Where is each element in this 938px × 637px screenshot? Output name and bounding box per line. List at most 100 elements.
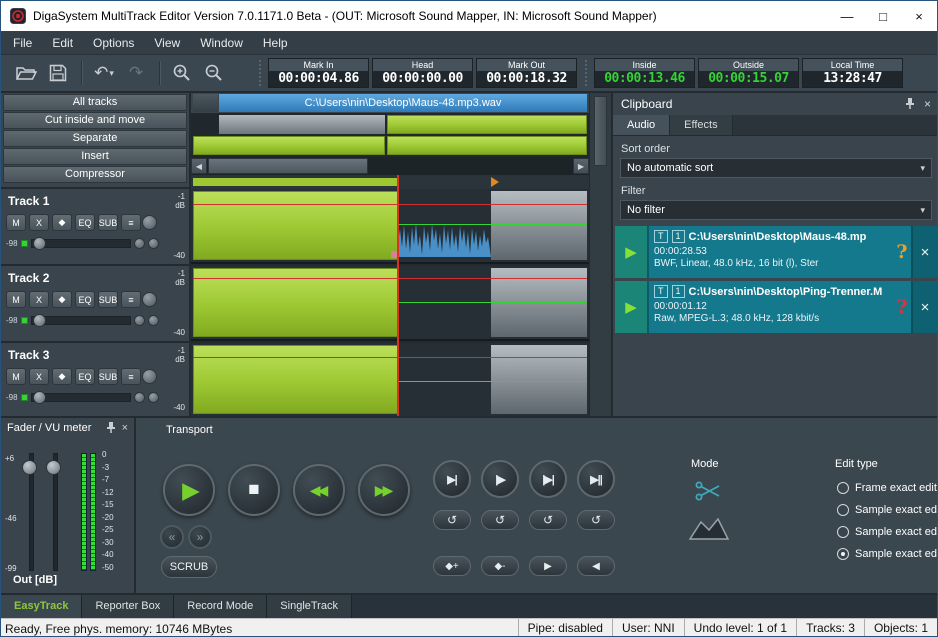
tool-separate[interactable]: Separate	[3, 130, 187, 147]
menu-view[interactable]: View	[144, 31, 190, 54]
overview-clip[interactable]	[193, 136, 385, 155]
tab-audio[interactable]: Audio	[613, 115, 670, 135]
fader-knob[interactable]	[46, 460, 61, 475]
overview-clip[interactable]	[387, 115, 587, 134]
loop-button[interactable]: ↺	[433, 510, 471, 530]
loop-button[interactable]: ↺	[577, 510, 615, 530]
track-menu-button[interactable]: ≡	[121, 291, 141, 308]
automation-line-green[interactable]	[398, 224, 587, 225]
close-panel-icon[interactable]: ×	[122, 422, 128, 434]
loop-button[interactable]: ↺	[481, 510, 519, 530]
maximize-button[interactable]: □	[865, 1, 901, 31]
aux-knob[interactable]	[148, 392, 159, 403]
tool-insert[interactable]: Insert	[3, 148, 187, 165]
tab-singletrack[interactable]: SingleTrack	[267, 595, 352, 618]
nudge-left-button[interactable]: ◀	[577, 556, 615, 576]
toolbar-grip[interactable]	[585, 60, 587, 86]
mute-button[interactable]: M	[6, 214, 26, 231]
audio-clip-gray[interactable]	[491, 191, 587, 260]
aux-knob[interactable]	[134, 238, 145, 249]
tab-effects[interactable]: Effects	[670, 115, 732, 135]
play-to-mark-button[interactable]: ▶|	[433, 460, 471, 498]
undo-button[interactable]: ↶▾	[89, 59, 119, 87]
tool-cut-inside-and-move[interactable]: Cut inside and move	[3, 112, 187, 129]
fade-mode-icon[interactable]	[689, 516, 729, 545]
pan-knob[interactable]	[142, 215, 157, 230]
track-fader[interactable]	[31, 393, 131, 402]
horizontal-scrollbar[interactable]: ◀ ▶	[191, 157, 589, 175]
sort-order-select[interactable]: No automatic sort ▾	[620, 158, 932, 178]
play-from-mark-button[interactable]: |▶	[481, 460, 519, 498]
track-fader[interactable]	[31, 239, 131, 248]
menu-edit[interactable]: Edit	[42, 31, 83, 54]
eq-button[interactable]: EQ	[75, 214, 95, 231]
menu-file[interactable]: File	[3, 31, 42, 54]
timeline-ruler[interactable]	[191, 175, 589, 189]
radio-icon[interactable]	[837, 482, 849, 494]
filter-select[interactable]: No filter ▾	[620, 200, 932, 220]
tool-all-tracks[interactable]: All tracks	[3, 94, 187, 111]
audio-clip-green[interactable]	[193, 345, 398, 414]
playback-marker-icon[interactable]	[491, 177, 499, 187]
automation-line-green[interactable]	[398, 381, 587, 382]
automation-line-green[interactable]	[398, 302, 587, 303]
clip-remove-button[interactable]: ×	[911, 226, 937, 278]
aux-knob[interactable]	[134, 315, 145, 326]
fader-thumb[interactable]	[33, 237, 46, 250]
track-lane-2[interactable]	[191, 266, 589, 341]
track-lane-3[interactable]	[191, 343, 589, 416]
menu-window[interactable]: Window	[190, 31, 253, 54]
zoom-out-icon[interactable]	[199, 59, 229, 87]
audio-clip-gray[interactable]	[491, 345, 587, 414]
cross-button[interactable]: X	[29, 214, 49, 231]
minimize-button[interactable]: —	[829, 1, 865, 31]
pin-icon[interactable]	[106, 421, 116, 436]
fader-thumb[interactable]	[33, 391, 46, 404]
eq-button[interactable]: EQ	[75, 291, 95, 308]
sub-button[interactable]: SUB	[98, 214, 118, 231]
menu-options[interactable]: Options	[83, 31, 144, 54]
track-menu-button[interactable]: ≡	[121, 214, 141, 231]
skip-forward-button[interactable]: »	[188, 525, 212, 549]
scroll-left-button[interactable]: ◀	[191, 158, 207, 174]
audio-clip-green[interactable]	[193, 191, 398, 260]
pan-knob[interactable]	[142, 369, 157, 384]
toolbar-grip[interactable]	[259, 60, 261, 86]
marker-button[interactable]: ◆	[52, 291, 72, 308]
tab-record-mode[interactable]: Record Mode	[174, 595, 267, 618]
edit-option-frame-exact[interactable]: Frame exact editing	[837, 482, 938, 494]
playhead-cursor[interactable]	[397, 175, 399, 416]
scrollbar-thumb[interactable]	[208, 158, 368, 174]
redo-button[interactable]: ↷	[121, 59, 151, 87]
stop-button[interactable]: ■	[228, 464, 280, 516]
play-around-button[interactable]: ▶||	[577, 460, 615, 498]
sub-button[interactable]: SUB	[98, 291, 118, 308]
skip-back-button[interactable]: «	[160, 525, 184, 549]
clip-remove-button[interactable]: ×	[911, 281, 937, 333]
close-button[interactable]: ×	[901, 1, 937, 31]
play-selection-button[interactable]: |▶|	[529, 460, 567, 498]
track-menu-button[interactable]: ≡	[121, 368, 141, 385]
fast-forward-button[interactable]: ▶▶	[358, 464, 410, 516]
play-button[interactable]: ▶	[163, 464, 215, 516]
radio-icon[interactable]	[837, 504, 849, 516]
pan-knob[interactable]	[142, 292, 157, 307]
clipboard-item[interactable]: ▶ T 1 C:\Users\nin\Desktop\Ping-Trenner.…	[615, 281, 937, 333]
edit-option-sample-exact-1[interactable]: Sample exact editing at	[837, 504, 938, 516]
clipboard-item[interactable]: ▶ T 1 C:\Users\nin\Desktop\Maus-48.mp 00…	[615, 226, 937, 278]
fader-thumb[interactable]	[33, 314, 46, 327]
tab-reporter-box[interactable]: Reporter Box	[82, 595, 174, 618]
tab-easytrack[interactable]: EasyTrack	[1, 595, 82, 618]
clip-play-button[interactable]: ▶	[615, 281, 649, 333]
marker-button[interactable]: ◆	[52, 214, 72, 231]
cut-mode-scissors-icon[interactable]	[695, 480, 721, 507]
add-marker-button[interactable]: ◆+	[433, 556, 471, 576]
overview-clip[interactable]	[387, 136, 587, 155]
nudge-right-button[interactable]: ▶	[529, 556, 567, 576]
eq-button[interactable]: EQ	[75, 368, 95, 385]
scroll-right-button[interactable]: ▶	[573, 158, 589, 174]
automation-line-red[interactable]	[193, 204, 587, 205]
menu-help[interactable]: Help	[253, 31, 298, 54]
mute-button[interactable]: M	[6, 291, 26, 308]
automation-line-red[interactable]	[193, 278, 587, 279]
